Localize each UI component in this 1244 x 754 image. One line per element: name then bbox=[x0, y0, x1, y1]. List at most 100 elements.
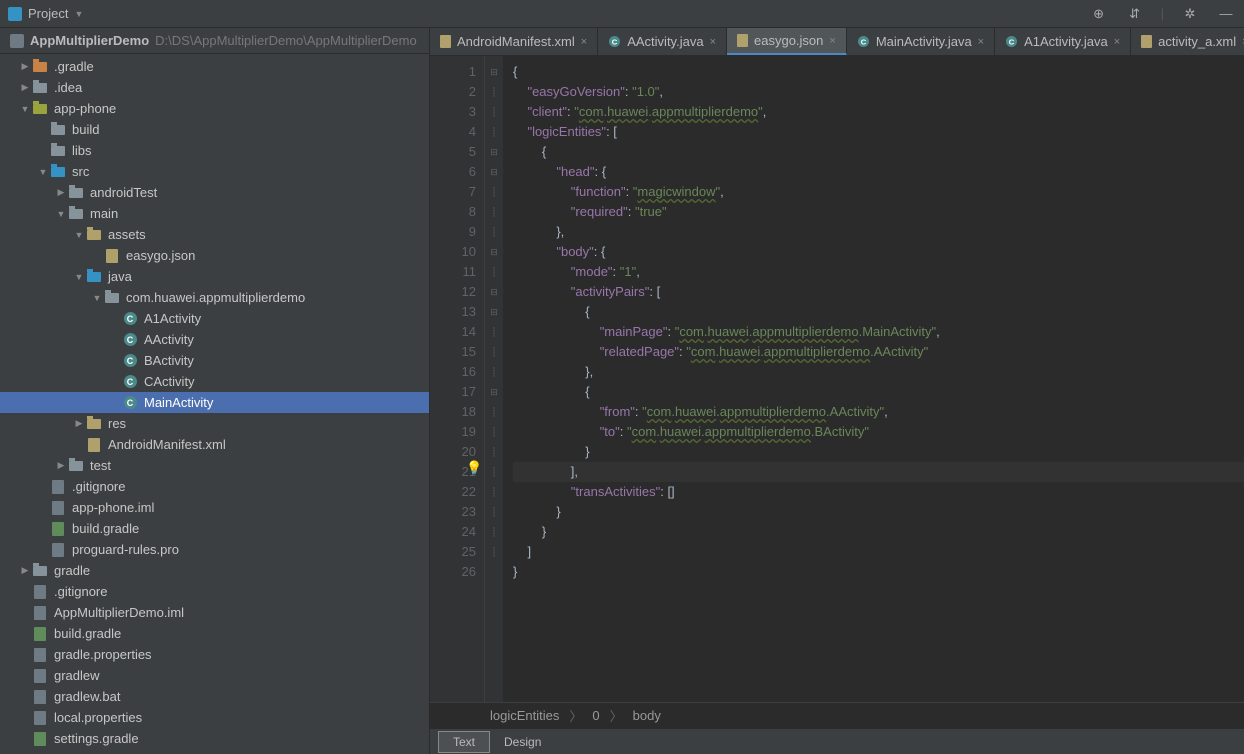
fold-handle[interactable]: ┊ bbox=[485, 202, 503, 222]
code-line[interactable]: { bbox=[513, 302, 1244, 322]
code-line[interactable]: "required": "true" bbox=[513, 202, 1244, 222]
code-line[interactable]: "relatedPage": "com.huawei.appmultiplier… bbox=[513, 342, 1244, 362]
fold-handle[interactable]: ┊ bbox=[485, 102, 503, 122]
split-icon[interactable]: ⇵ bbox=[1125, 4, 1145, 24]
expand-arrow-icon[interactable] bbox=[54, 187, 68, 198]
fold-handle[interactable]: ┊ bbox=[485, 422, 503, 442]
editor-tab-androidmanifest-xml[interactable]: AndroidManifest.xml× bbox=[430, 28, 598, 55]
expand-arrow-icon[interactable] bbox=[72, 272, 86, 282]
fold-column[interactable]: ⊟┊┊┊⊟⊟┊┊┊⊟┊⊟⊟┊┊┊⊟┊┊┊┊┊┊┊┊ bbox=[485, 56, 503, 702]
structure-breadcrumb[interactable]: logicEntities〉 0〉 body bbox=[430, 702, 1244, 728]
code-line[interactable]: "activityPairs": [ bbox=[513, 282, 1244, 302]
tree-item-com-huawei-appmultiplierdemo[interactable]: com.huawei.appmultiplierdemo bbox=[0, 287, 429, 308]
code-line[interactable]: ], bbox=[513, 462, 1244, 482]
code-line[interactable]: }, bbox=[513, 362, 1244, 382]
tree-item-settings-gradle[interactable]: settings.gradle bbox=[0, 728, 429, 749]
editor-tab-mainactivity-java[interactable]: CMainActivity.java× bbox=[847, 28, 995, 55]
close-icon[interactable]: × bbox=[978, 36, 984, 48]
tree-item-build-gradle[interactable]: build.gradle bbox=[0, 623, 429, 644]
code-line[interactable]: } bbox=[513, 502, 1244, 522]
code-line[interactable]: "from": "com.huawei.appmultiplierdemo.AA… bbox=[513, 402, 1244, 422]
fold-handle[interactable]: ┊ bbox=[485, 362, 503, 382]
expand-arrow-icon[interactable] bbox=[72, 230, 86, 240]
expand-arrow-icon[interactable] bbox=[90, 293, 104, 303]
editor-tab-a1activity-java[interactable]: CA1Activity.java× bbox=[995, 28, 1131, 55]
lightbulb-icon[interactable]: 💡 bbox=[466, 460, 482, 476]
tree-item--idea[interactable]: .idea bbox=[0, 77, 429, 98]
code-line[interactable]: }, bbox=[513, 222, 1244, 242]
tree-item-test[interactable]: test bbox=[0, 455, 429, 476]
fold-handle[interactable]: ┊ bbox=[485, 482, 503, 502]
expand-arrow-icon[interactable] bbox=[18, 61, 32, 72]
expand-arrow-icon[interactable] bbox=[36, 167, 50, 177]
close-icon[interactable]: × bbox=[581, 36, 587, 48]
expand-arrow-icon[interactable] bbox=[18, 82, 32, 93]
fold-handle[interactable]: ┊ bbox=[485, 542, 503, 562]
tree-item-bactivity[interactable]: CBActivity bbox=[0, 350, 429, 371]
code-area[interactable]: 1234567891011121314151617181920212223242… bbox=[430, 56, 1244, 702]
fold-handle[interactable] bbox=[485, 562, 503, 582]
fold-handle[interactable]: ┊ bbox=[485, 462, 503, 482]
tree-item-appmultiplierdemo-iml[interactable]: AppMultiplierDemo.iml bbox=[0, 602, 429, 623]
editor-tab-activity-a-xml[interactable]: activity_a.xml× bbox=[1131, 28, 1244, 55]
tab-design[interactable]: Design bbox=[490, 732, 555, 752]
fold-handle[interactable]: ⊟ bbox=[485, 302, 503, 322]
tree-item-a1activity[interactable]: CA1Activity bbox=[0, 308, 429, 329]
fold-handle[interactable]: ⊟ bbox=[485, 242, 503, 262]
tree-item-gradlew-bat[interactable]: gradlew.bat bbox=[0, 686, 429, 707]
fold-handle[interactable]: ⊟ bbox=[485, 142, 503, 162]
tree-item--gradle[interactable]: .gradle bbox=[0, 56, 429, 77]
tree-item-libs[interactable]: libs bbox=[0, 140, 429, 161]
fold-handle[interactable]: ┊ bbox=[485, 222, 503, 242]
fold-handle[interactable]: ⊟ bbox=[485, 282, 503, 302]
tree-item-res[interactable]: res bbox=[0, 413, 429, 434]
code-line[interactable]: "to": "com.huawei.appmultiplierdemo.BAct… bbox=[513, 422, 1244, 442]
fold-handle[interactable]: ┊ bbox=[485, 442, 503, 462]
code-line[interactable]: } bbox=[513, 442, 1244, 462]
tree-item-easygo-json[interactable]: easygo.json bbox=[0, 245, 429, 266]
fold-handle[interactable]: ┊ bbox=[485, 322, 503, 342]
locate-icon[interactable]: ⊕ bbox=[1089, 4, 1109, 24]
tree-item-gradle-properties[interactable]: gradle.properties bbox=[0, 644, 429, 665]
code-line[interactable]: "body": { bbox=[513, 242, 1244, 262]
tree-item-local-properties[interactable]: local.properties bbox=[0, 707, 429, 728]
fold-handle[interactable]: ⊟ bbox=[485, 62, 503, 82]
fold-handle[interactable]: ┊ bbox=[485, 82, 503, 102]
fold-handle[interactable]: ┊ bbox=[485, 522, 503, 542]
crumb-item[interactable]: logicEntities bbox=[490, 708, 559, 723]
tree-item-gradlew[interactable]: gradlew bbox=[0, 665, 429, 686]
editor-tab-easygo-json[interactable]: easygo.json× bbox=[727, 28, 847, 55]
expand-arrow-icon[interactable] bbox=[54, 460, 68, 471]
tree-item-gradle[interactable]: gradle bbox=[0, 560, 429, 581]
code-line[interactable]: "logicEntities": [ bbox=[513, 122, 1244, 142]
code-line[interactable]: "transActivities": [] bbox=[513, 482, 1244, 502]
editor-tab-aactivity-java[interactable]: CAActivity.java× bbox=[598, 28, 727, 55]
tree-item-build-gradle[interactable]: build.gradle bbox=[0, 518, 429, 539]
fold-handle[interactable]: ┊ bbox=[485, 122, 503, 142]
close-icon[interactable]: × bbox=[710, 36, 716, 48]
gear-icon[interactable]: ✲ bbox=[1180, 4, 1200, 24]
tree-item-assets[interactable]: assets bbox=[0, 224, 429, 245]
fold-handle[interactable]: ┊ bbox=[485, 262, 503, 282]
tree-item-app-phone[interactable]: app-phone bbox=[0, 98, 429, 119]
fold-handle[interactable]: ┊ bbox=[485, 502, 503, 522]
tree-item--gitignore[interactable]: .gitignore bbox=[0, 476, 429, 497]
crumb-item[interactable]: body bbox=[633, 708, 661, 723]
expand-arrow-icon[interactable] bbox=[54, 209, 68, 219]
code-line[interactable]: "head": { bbox=[513, 162, 1244, 182]
minimize-icon[interactable]: — bbox=[1216, 4, 1236, 24]
project-tree[interactable]: .gradle.ideaapp-phonebuildlibssrcandroid… bbox=[0, 54, 429, 754]
code-line[interactable]: } bbox=[513, 562, 1244, 582]
project-dropdown[interactable]: Project bbox=[28, 6, 68, 21]
code-line[interactable]: "client": "com.huawei.appmultiplierdemo"… bbox=[513, 102, 1244, 122]
code-line[interactable]: "easyGoVersion": "1.0", bbox=[513, 82, 1244, 102]
code-line[interactable]: ] bbox=[513, 542, 1244, 562]
code-line[interactable]: "mode": "1", bbox=[513, 262, 1244, 282]
code-line[interactable]: "mainPage": "com.huawei.appmultiplierdem… bbox=[513, 322, 1244, 342]
crumb-item[interactable]: 0 bbox=[592, 708, 599, 723]
expand-arrow-icon[interactable] bbox=[18, 565, 32, 576]
code-line[interactable]: } bbox=[513, 522, 1244, 542]
fold-handle[interactable]: ┊ bbox=[485, 402, 503, 422]
tree-item-java[interactable]: java bbox=[0, 266, 429, 287]
code-line[interactable]: { bbox=[513, 382, 1244, 402]
